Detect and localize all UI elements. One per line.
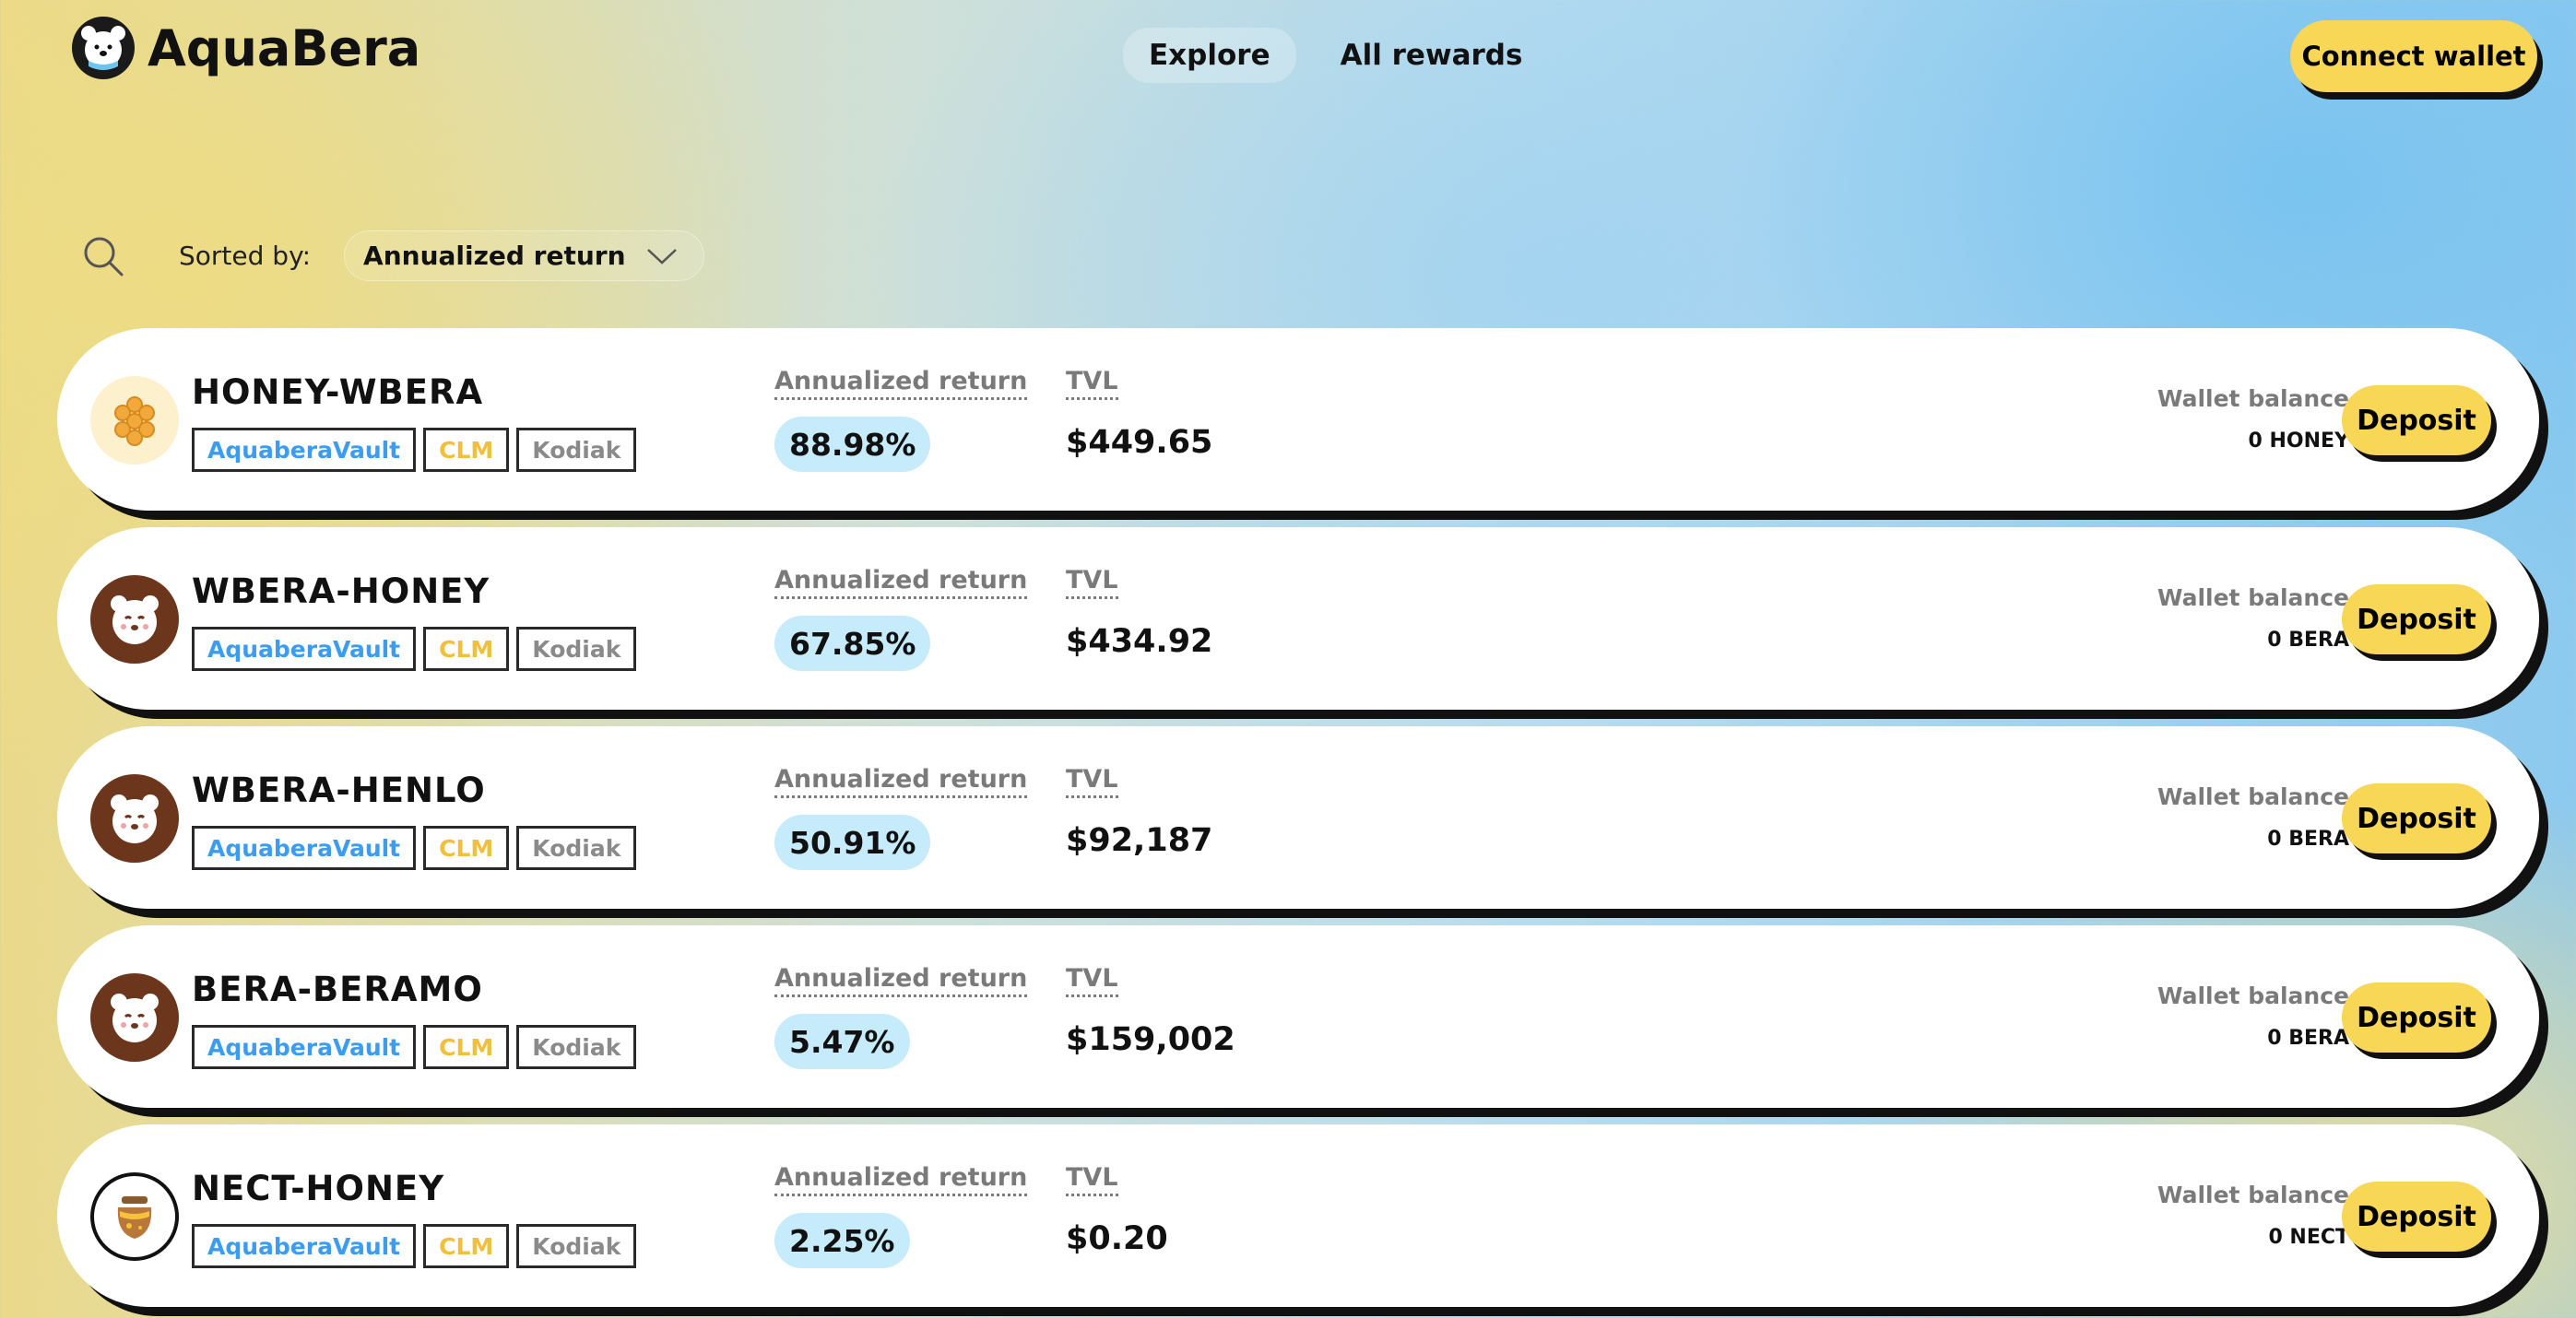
tvl-label[interactable]: TVL	[1066, 964, 1118, 997]
bear-icon	[90, 774, 179, 863]
vault-pair-name: WBERA-HENLO	[192, 771, 486, 810]
tag-vault[interactable]: AquaberaVault	[192, 428, 417, 472]
apr-label[interactable]: Annualized return	[774, 1163, 1028, 1196]
vault-tags: AquaberaVault CLM Kodiak	[192, 428, 637, 472]
tvl-value: $159,002	[1066, 1021, 1235, 1058]
vault-row[interactable]: HONEY-WBERA AquaberaVault CLM Kodiak Ann…	[57, 328, 2539, 511]
wallet-balance-label: Wallet balance	[2157, 584, 2349, 611]
deposit-button[interactable]: Deposit	[2342, 584, 2491, 654]
search-icon[interactable]	[81, 234, 125, 278]
vault-pair-name: NECT-HONEY	[192, 1169, 445, 1208]
tag-vault[interactable]: AquaberaVault	[192, 627, 417, 671]
apr-value: 5.47%	[774, 1014, 910, 1069]
tvl-value: $434.92	[1066, 623, 1213, 660]
bear-logo-icon	[72, 17, 135, 79]
vault-pair-name: HONEY-WBERA	[192, 372, 484, 412]
deposit-button[interactable]: Deposit	[2342, 783, 2491, 853]
vault-tags: AquaberaVault CLM Kodiak	[192, 1224, 637, 1268]
tvl-value: $449.65	[1066, 424, 1213, 461]
tag-kodiak[interactable]: Kodiak	[516, 826, 637, 870]
vault-row[interactable]: BERA-BERAMO AquaberaVault CLM Kodiak Ann…	[57, 925, 2539, 1108]
nav-explore[interactable]: Explore	[1123, 28, 1296, 83]
sorted-by-label: Sorted by:	[179, 241, 312, 271]
wallet-balance-value: 0 HONEY	[2248, 430, 2349, 453]
vault-row[interactable]: NECT-HONEY AquaberaVault CLM Kodiak Annu…	[57, 1124, 2539, 1307]
honey-pot-icon	[90, 1172, 179, 1261]
tag-clm[interactable]: CLM	[423, 826, 510, 870]
brand-name: AquaBera	[148, 18, 421, 77]
tvl-label[interactable]: TVL	[1066, 566, 1118, 599]
main-nav: Explore All rewards	[1123, 28, 1548, 83]
tag-clm[interactable]: CLM	[423, 1025, 510, 1069]
chevron-down-icon	[646, 248, 677, 265]
tvl-value: $92,187	[1066, 822, 1213, 859]
vault-tags: AquaberaVault CLM Kodiak	[192, 1025, 637, 1069]
wallet-balance-value: 0 NECT	[2268, 1226, 2349, 1249]
brand-logo[interactable]: AquaBera	[72, 17, 420, 79]
vault-tags: AquaberaVault CLM Kodiak	[192, 627, 637, 671]
deposit-button[interactable]: Deposit	[2342, 983, 2491, 1053]
vault-pair-name: WBERA-HONEY	[192, 571, 490, 611]
tvl-value: $0.20	[1066, 1220, 1168, 1257]
connect-wallet-button[interactable]: Connect wallet	[2290, 20, 2537, 92]
apr-value: 50.91%	[774, 815, 931, 870]
tag-clm[interactable]: CLM	[423, 1224, 510, 1268]
sort-value: Annualized return	[363, 241, 626, 271]
apr-value: 67.85%	[774, 616, 931, 671]
apr-label[interactable]: Annualized return	[774, 367, 1028, 400]
vault-row[interactable]: WBERA-HONEY AquaberaVault CLM Kodiak Ann…	[57, 527, 2539, 710]
apr-value: 2.25%	[774, 1213, 910, 1268]
apr-label[interactable]: Annualized return	[774, 765, 1028, 798]
tag-vault[interactable]: AquaberaVault	[192, 1224, 417, 1268]
wallet-balance-value: 0 BERA	[2267, 1027, 2349, 1050]
wallet-balance-label: Wallet balance	[2157, 1182, 2349, 1208]
wallet-balance-label: Wallet balance	[2157, 385, 2349, 412]
deposit-button[interactable]: Deposit	[2342, 385, 2491, 455]
tag-kodiak[interactable]: Kodiak	[516, 1025, 637, 1069]
tag-kodiak[interactable]: Kodiak	[516, 1224, 637, 1268]
bear-icon	[90, 973, 179, 1062]
tvl-label[interactable]: TVL	[1066, 1163, 1118, 1196]
apr-value: 88.98%	[774, 417, 931, 472]
tag-clm[interactable]: CLM	[423, 428, 510, 472]
tag-kodiak[interactable]: Kodiak	[516, 627, 637, 671]
tag-clm[interactable]: CLM	[423, 627, 510, 671]
tag-vault[interactable]: AquaberaVault	[192, 1025, 417, 1069]
honeycomb-icon	[90, 376, 179, 465]
bear-icon	[90, 575, 179, 664]
vault-toolbar: Sorted by: Annualized return	[81, 230, 704, 281]
apr-label[interactable]: Annualized return	[774, 964, 1028, 997]
tag-vault[interactable]: AquaberaVault	[192, 826, 417, 870]
vault-row[interactable]: WBERA-HENLO AquaberaVault CLM Kodiak Ann…	[57, 726, 2539, 909]
tag-kodiak[interactable]: Kodiak	[516, 428, 637, 472]
vault-list: HONEY-WBERA AquaberaVault CLM Kodiak Ann…	[57, 328, 2539, 1318]
apr-label[interactable]: Annualized return	[774, 566, 1028, 599]
deposit-button[interactable]: Deposit	[2342, 1182, 2491, 1252]
wallet-balance-value: 0 BERA	[2267, 828, 2349, 851]
tvl-label[interactable]: TVL	[1066, 367, 1118, 400]
wallet-balance-label: Wallet balance	[2157, 983, 2349, 1009]
nav-all-rewards[interactable]: All rewards	[1315, 28, 1549, 83]
vault-tags: AquaberaVault CLM Kodiak	[192, 826, 637, 870]
vault-pair-name: BERA-BERAMO	[192, 970, 483, 1009]
wallet-balance-label: Wallet balance	[2157, 783, 2349, 810]
sort-dropdown[interactable]: Annualized return	[344, 230, 704, 281]
wallet-balance-value: 0 BERA	[2267, 629, 2349, 652]
tvl-label[interactable]: TVL	[1066, 765, 1118, 798]
